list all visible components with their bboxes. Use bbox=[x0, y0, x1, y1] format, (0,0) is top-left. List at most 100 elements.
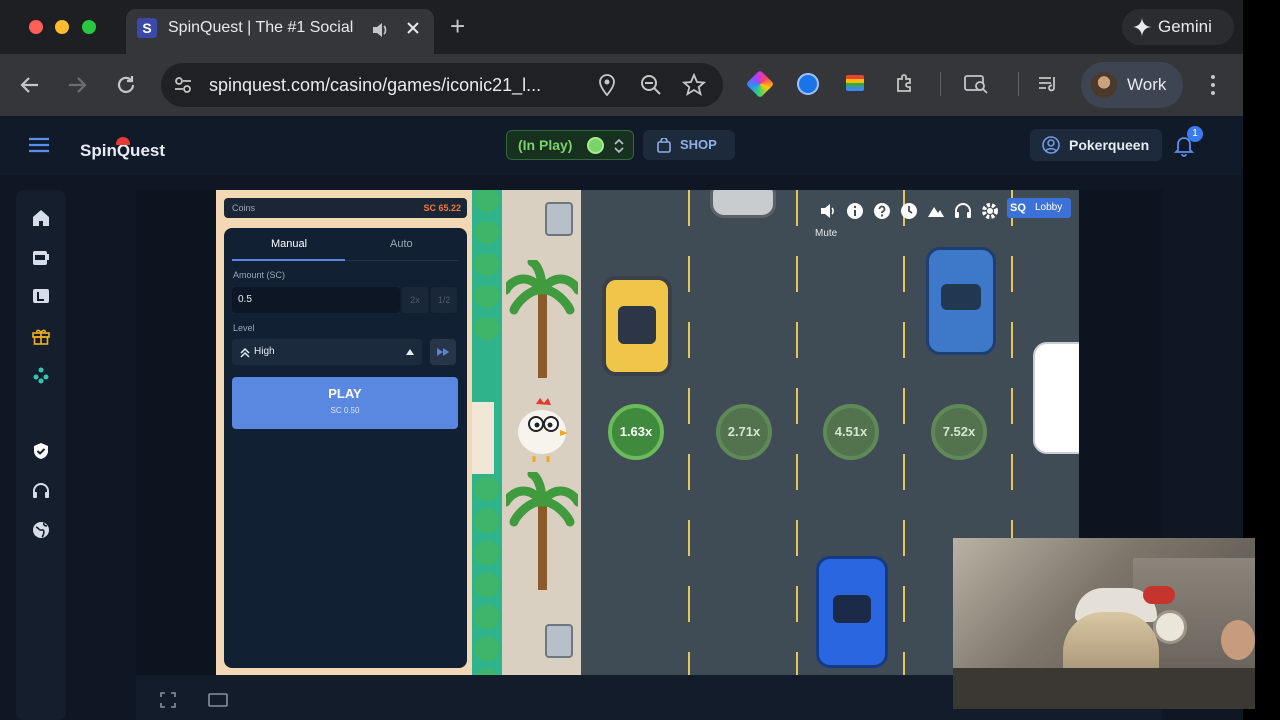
half-button[interactable]: 1/2 bbox=[431, 287, 457, 313]
chevrons-up-icon bbox=[240, 348, 250, 358]
clock-extension-icon[interactable] bbox=[797, 73, 819, 95]
balance-selector[interactable]: (In Play) bbox=[506, 130, 634, 160]
profile-label: Work bbox=[1127, 75, 1167, 94]
cap-brim bbox=[1143, 586, 1175, 604]
level-label: Level bbox=[233, 323, 255, 333]
history-clock-icon[interactable] bbox=[900, 202, 918, 220]
bet-panel: Manual Auto Amount (SC) 0.5 2x 1/2 Level… bbox=[224, 228, 467, 668]
car-windshield bbox=[618, 306, 656, 344]
chevron-updown-icon bbox=[614, 139, 624, 153]
tab-divider bbox=[345, 260, 459, 261]
reload-icon[interactable] bbox=[114, 73, 138, 97]
multiplier-2[interactable]: 2.71x bbox=[716, 404, 772, 460]
home-icon[interactable] bbox=[32, 209, 50, 227]
lens-search-icon[interactable] bbox=[963, 72, 989, 96]
back-icon[interactable] bbox=[18, 73, 42, 97]
shop-button[interactable]: SHOP bbox=[643, 130, 735, 160]
stats-mountain-icon[interactable] bbox=[927, 202, 945, 220]
close-window-icon[interactable] bbox=[29, 20, 43, 34]
blue-sports-car bbox=[816, 556, 888, 668]
new-tab-button[interactable]: + bbox=[450, 12, 465, 40]
coins-label: Coins bbox=[232, 203, 256, 213]
minimize-window-icon[interactable] bbox=[55, 20, 69, 34]
car-windshield bbox=[833, 595, 871, 623]
lobby-logo: SQ bbox=[1010, 202, 1026, 214]
colorful-extension-icon[interactable] bbox=[745, 69, 775, 99]
trash-can-icon bbox=[545, 202, 573, 236]
lane-divider bbox=[903, 190, 905, 675]
info-icon[interactable] bbox=[846, 202, 864, 220]
media-controls-icon[interactable] bbox=[1036, 72, 1060, 96]
settings-gear-icon[interactable] bbox=[981, 202, 999, 220]
url-text: spinquest.com/casino/games/iconic21_l... bbox=[209, 75, 542, 95]
sound-icon[interactable] bbox=[819, 202, 837, 220]
headphones-icon[interactable] bbox=[954, 202, 972, 220]
extensions-puzzle-icon[interactable] bbox=[893, 72, 917, 96]
car-windshield bbox=[941, 284, 981, 310]
tab-auto[interactable]: Auto bbox=[390, 238, 413, 250]
site-header: SpinQuest (In Play) SHOP Pokerqueen 1 bbox=[0, 116, 1243, 175]
gift-icon[interactable] bbox=[32, 327, 50, 345]
profile-button[interactable]: Work bbox=[1081, 62, 1183, 108]
user-menu[interactable]: Pokerqueen bbox=[1030, 129, 1162, 161]
shield-icon[interactable] bbox=[32, 442, 50, 460]
hamburger-menu-icon[interactable] bbox=[29, 137, 49, 153]
tab-title: SpinQuest | The #1 Social bbox=[168, 19, 354, 36]
couch bbox=[953, 668, 1255, 709]
bushes bbox=[472, 190, 502, 350]
play-label: PLAY bbox=[328, 386, 362, 401]
user-circle-icon bbox=[1042, 136, 1060, 154]
multiplier-4[interactable]: 7.52x bbox=[931, 404, 987, 460]
lobby-button[interactable]: SQ Lobby bbox=[1007, 198, 1071, 218]
location-icon[interactable] bbox=[597, 74, 617, 96]
amount-label: Amount (SC) bbox=[233, 270, 286, 280]
avatar bbox=[1091, 72, 1117, 98]
in-play-label: (In Play) bbox=[518, 137, 573, 153]
play-button[interactable]: PLAY SC 0.50 bbox=[232, 377, 458, 429]
coins-bar: Coins SC 65.22 bbox=[224, 198, 467, 218]
slot-machine-icon[interactable] bbox=[32, 248, 50, 266]
lobby-label: Lobby bbox=[1035, 202, 1063, 213]
mute-tooltip: Mute bbox=[815, 228, 838, 239]
game-canvas[interactable]: 1.63x 2.71x 4.51x 7.52x SQ Lobby Mute Co… bbox=[216, 190, 1079, 675]
site-settings-icon[interactable] bbox=[173, 75, 193, 95]
browser-toolbar: spinquest.com/casino/games/iconic21_l... bbox=[0, 54, 1243, 116]
active-tab[interactable]: S SpinQuest | The #1 Social bbox=[126, 9, 434, 54]
address-bar[interactable]: spinquest.com/casino/games/iconic21_l... bbox=[161, 63, 723, 107]
trash-can-icon bbox=[545, 624, 573, 658]
bookmark-star-icon[interactable] bbox=[682, 73, 706, 97]
white-van bbox=[1033, 342, 1079, 454]
gemini-button[interactable]: Gemini bbox=[1122, 9, 1234, 45]
active-tab-indicator bbox=[232, 259, 345, 261]
level-select[interactable]: High bbox=[232, 339, 422, 365]
games-icon[interactable] bbox=[32, 366, 50, 384]
maximize-window-icon[interactable] bbox=[82, 20, 96, 34]
fast-forward-icon bbox=[437, 348, 449, 356]
shop-label: SHOP bbox=[680, 137, 717, 152]
wallet-extension-icon[interactable] bbox=[846, 75, 864, 91]
speaker-icon[interactable] bbox=[370, 20, 390, 40]
double-button[interactable]: 2x bbox=[402, 287, 428, 313]
wall-clock-icon bbox=[1153, 610, 1187, 644]
theater-mode-icon[interactable] bbox=[208, 693, 228, 707]
fullscreen-icon[interactable] bbox=[160, 692, 176, 708]
globe-icon[interactable] bbox=[32, 521, 50, 539]
fast-forward-button[interactable] bbox=[430, 339, 456, 365]
zoom-icon[interactable] bbox=[640, 74, 662, 96]
left-nav bbox=[16, 190, 66, 720]
live-casino-icon[interactable] bbox=[32, 288, 50, 304]
santa-hat-icon bbox=[116, 137, 130, 145]
amount-input[interactable]: 0.5 bbox=[232, 287, 400, 313]
multiplier-1[interactable]: 1.63x bbox=[608, 404, 664, 460]
close-tab-icon[interactable] bbox=[406, 21, 420, 35]
yellow-buggy-car bbox=[602, 276, 672, 376]
support-headset-icon[interactable] bbox=[32, 482, 50, 500]
level-value: High bbox=[254, 346, 275, 357]
menu-kebab-icon[interactable] bbox=[1203, 73, 1223, 97]
multiplier-3[interactable]: 4.51x bbox=[823, 404, 879, 460]
gemini-label: Gemini bbox=[1158, 17, 1212, 36]
help-icon[interactable] bbox=[873, 202, 891, 220]
tab-manual[interactable]: Manual bbox=[271, 238, 307, 250]
forward-icon[interactable] bbox=[65, 73, 89, 97]
tab-favicon: S bbox=[137, 18, 157, 38]
